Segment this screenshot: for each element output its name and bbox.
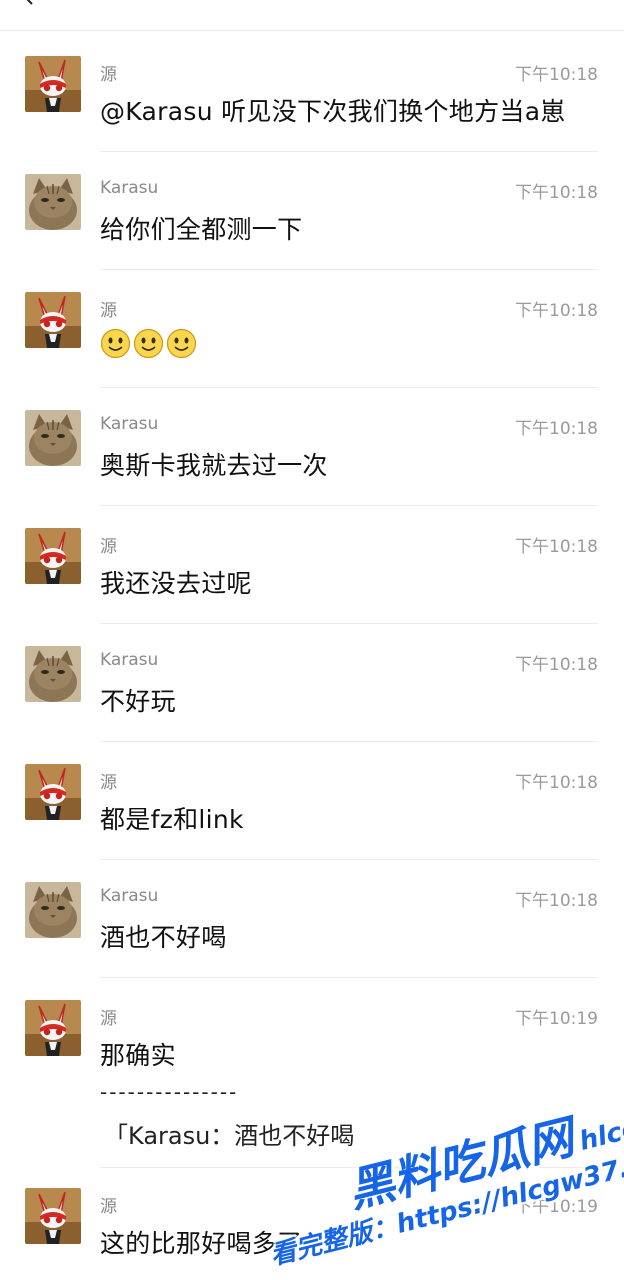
avatar[interactable] xyxy=(25,174,81,230)
avatar[interactable] xyxy=(25,528,81,584)
message-row: Karasu 下午10:18 给你们全都测一下 xyxy=(0,152,624,270)
sender-name: Karasu xyxy=(100,178,159,198)
message-time: 下午10:18 xyxy=(515,891,598,911)
message-time: 下午10:18 xyxy=(515,419,598,439)
message-time: 下午10:19 xyxy=(515,1197,598,1217)
message-row: 源 下午10:18 都是fz和link xyxy=(0,742,624,860)
cat-avatar-icon xyxy=(25,410,81,466)
sender-name: 源 xyxy=(100,1197,117,1217)
smile-emoji-icon xyxy=(100,328,131,359)
message-text[interactable]: 这的比那好喝多了 xyxy=(100,1224,302,1260)
avatar[interactable] xyxy=(25,292,81,348)
message-text[interactable]: @Karasu 听见没下次我们换个地方当a崽 xyxy=(100,92,566,128)
message-time: 下午10:18 xyxy=(515,537,598,557)
message-emoji[interactable] xyxy=(100,328,197,359)
message-text[interactable]: 给你们全都测一下 xyxy=(100,210,302,246)
avatar[interactable] xyxy=(25,1000,81,1056)
quote-divider: --------------- xyxy=(100,1080,239,1104)
robot-avatar-icon xyxy=(25,56,81,112)
message-row: 源 下午10:18 xyxy=(0,270,624,388)
top-bar xyxy=(0,0,624,31)
avatar[interactable] xyxy=(25,882,81,938)
message-text[interactable]: 不好玩 xyxy=(100,682,176,718)
sender-name: Karasu xyxy=(100,886,159,906)
message-row: 源 下午10:18 我还没去过呢 xyxy=(0,506,624,624)
message-time: 下午10:18 xyxy=(515,65,598,85)
cat-avatar-icon xyxy=(25,646,81,702)
message-text[interactable]: 那确实 xyxy=(100,1036,176,1072)
message-row: Karasu 下午10:18 不好玩 xyxy=(0,624,624,742)
cat-avatar-icon xyxy=(25,174,81,230)
sender-name: 源 xyxy=(100,537,117,557)
cat-avatar-icon xyxy=(25,882,81,938)
message-row: Karasu 下午10:18 奥斯卡我就去过一次 xyxy=(0,388,624,506)
message-row: 源 下午10:18 @Karasu 听见没下次我们换个地方当a崽 xyxy=(0,34,624,152)
robot-avatar-icon xyxy=(25,528,81,584)
message-row: Karasu 下午10:18 酒也不好喝 xyxy=(0,860,624,978)
message-text[interactable]: 我还没去过呢 xyxy=(100,564,252,600)
message-text[interactable]: 都是fz和link xyxy=(100,800,244,836)
sender-name: 源 xyxy=(100,773,117,793)
sender-name: 源 xyxy=(100,65,117,85)
robot-avatar-icon xyxy=(25,292,81,348)
sender-name: 源 xyxy=(100,301,117,321)
robot-avatar-icon xyxy=(25,1188,81,1244)
smile-emoji-icon xyxy=(166,328,197,359)
sender-name: 源 xyxy=(100,1009,117,1029)
message-time: 下午10:19 xyxy=(515,1009,598,1029)
robot-avatar-icon xyxy=(25,1000,81,1056)
message-time: 下午10:18 xyxy=(515,655,598,675)
avatar[interactable] xyxy=(25,1188,81,1244)
sender-name: Karasu xyxy=(100,414,159,434)
sender-name: Karasu xyxy=(100,650,159,670)
message-time: 下午10:18 xyxy=(515,773,598,793)
message-text[interactable]: 酒也不好喝 xyxy=(100,918,227,954)
avatar[interactable] xyxy=(25,764,81,820)
message-text[interactable]: 奥斯卡我就去过一次 xyxy=(100,446,328,482)
avatar[interactable] xyxy=(25,56,81,112)
message-row: 源 下午10:19 这的比那好喝多了 xyxy=(0,1166,624,1280)
smile-emoji-icon xyxy=(133,328,164,359)
message-row: 源 下午10:19 那确实 --------------- 「Karasu：酒也… xyxy=(0,978,624,1168)
avatar[interactable] xyxy=(25,646,81,702)
robot-avatar-icon xyxy=(25,764,81,820)
message-time: 下午10:18 xyxy=(515,301,598,321)
quoted-message[interactable]: 「Karasu：酒也不好喝 xyxy=(104,1116,354,1151)
message-time: 下午10:18 xyxy=(515,183,598,203)
back-arrow-icon[interactable] xyxy=(18,0,40,8)
avatar[interactable] xyxy=(25,410,81,466)
